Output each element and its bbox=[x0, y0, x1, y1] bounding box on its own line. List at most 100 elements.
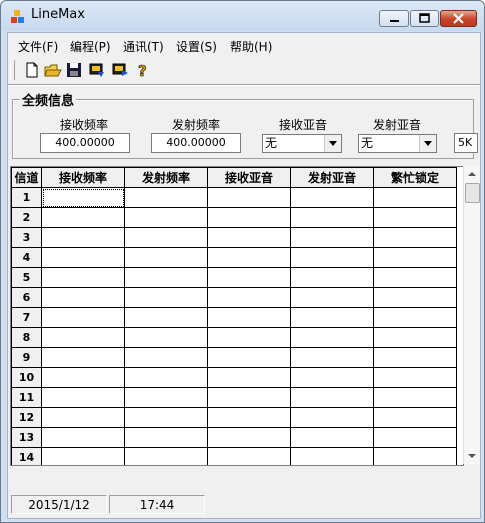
grid-cell[interactable] bbox=[41, 247, 125, 268]
grid-cell[interactable] bbox=[373, 387, 457, 408]
grid-cell[interactable] bbox=[373, 307, 457, 328]
scroll-thumb[interactable] bbox=[465, 183, 480, 203]
open-button[interactable] bbox=[44, 61, 62, 79]
menu-comm[interactable]: 通讯(T) bbox=[123, 38, 164, 55]
grid-cell[interactable] bbox=[290, 447, 374, 465]
row-header-channel[interactable]: 5 bbox=[11, 267, 42, 288]
col-header-busy-lock[interactable]: 繁忙锁定 bbox=[373, 167, 457, 188]
grid-cell[interactable] bbox=[41, 307, 125, 328]
grid-cell[interactable] bbox=[290, 347, 374, 368]
grid-cell[interactable] bbox=[207, 247, 291, 268]
row-header-channel[interactable]: 13 bbox=[11, 427, 42, 448]
row-header-channel[interactable]: 11 bbox=[11, 387, 42, 408]
grid-cell[interactable] bbox=[373, 427, 457, 448]
help-button[interactable]: ? bbox=[134, 61, 152, 81]
grid-cell[interactable] bbox=[124, 387, 208, 408]
channel-grid[interactable]: 信道 接收频率 发射频率 接收亚音 发射亚音 繁忙锁定 1 2 3 4 5 6 7 8 9 10 1… bbox=[10, 166, 464, 466]
grid-cell[interactable] bbox=[41, 227, 125, 248]
grid-cell[interactable] bbox=[373, 287, 457, 308]
grid-cell[interactable] bbox=[290, 207, 374, 228]
grid-cell[interactable] bbox=[124, 367, 208, 388]
grid-cell[interactable] bbox=[373, 267, 457, 288]
grid-cell[interactable] bbox=[41, 387, 125, 408]
menu-settings[interactable]: 设置(S) bbox=[176, 38, 217, 55]
grid-cell[interactable] bbox=[124, 207, 208, 228]
grid-cell[interactable] bbox=[41, 427, 125, 448]
grid-cell[interactable] bbox=[41, 187, 125, 208]
grid-cell[interactable] bbox=[290, 287, 374, 308]
row-header-channel[interactable]: 4 bbox=[11, 247, 42, 268]
grid-cell[interactable] bbox=[124, 427, 208, 448]
grid-cell[interactable] bbox=[373, 247, 457, 268]
grid-cell[interactable] bbox=[290, 187, 374, 208]
save-button[interactable] bbox=[65, 61, 83, 79]
grid-cell[interactable] bbox=[207, 267, 291, 288]
grid-cell[interactable] bbox=[290, 307, 374, 328]
grid-cell[interactable] bbox=[124, 247, 208, 268]
write-device-button[interactable] bbox=[111, 61, 129, 79]
grid-cell[interactable] bbox=[290, 327, 374, 348]
row-header-channel[interactable]: 2 bbox=[11, 207, 42, 228]
row-header-channel[interactable]: 7 bbox=[11, 307, 42, 328]
menu-help[interactable]: 帮助(H) bbox=[230, 38, 272, 55]
grid-cell[interactable] bbox=[41, 367, 125, 388]
read-device-button[interactable] bbox=[88, 61, 106, 79]
row-header-channel[interactable]: 10 bbox=[11, 367, 42, 388]
tx-freq-field[interactable]: 400.00000 bbox=[151, 133, 241, 153]
grid-cell[interactable] bbox=[290, 247, 374, 268]
grid-cell[interactable] bbox=[373, 207, 457, 228]
grid-cell[interactable] bbox=[207, 427, 291, 448]
grid-cell[interactable] bbox=[290, 407, 374, 428]
grid-cell[interactable] bbox=[124, 227, 208, 248]
grid-cell[interactable] bbox=[290, 267, 374, 288]
toolbar-grip[interactable] bbox=[10, 60, 15, 80]
grid-cell[interactable] bbox=[290, 427, 374, 448]
row-header-channel[interactable]: 1 bbox=[11, 187, 42, 208]
menu-program[interactable]: 编程(P) bbox=[70, 38, 111, 55]
grid-cell[interactable] bbox=[373, 367, 457, 388]
new-file-button[interactable] bbox=[23, 61, 41, 79]
col-header-tx-freq[interactable]: 发射频率 bbox=[124, 167, 208, 188]
col-header-tx-tone[interactable]: 发射亚音 bbox=[290, 167, 374, 188]
grid-cell[interactable] bbox=[207, 367, 291, 388]
col-header-rx-freq[interactable]: 接收频率 bbox=[41, 167, 125, 188]
chevron-down-icon[interactable] bbox=[324, 135, 341, 152]
grid-cell[interactable] bbox=[41, 267, 125, 288]
grid-cell[interactable] bbox=[207, 307, 291, 328]
grid-cell[interactable] bbox=[41, 407, 125, 428]
grid-cell[interactable] bbox=[373, 347, 457, 368]
chevron-down-icon[interactable] bbox=[419, 135, 436, 152]
grid-cell[interactable] bbox=[373, 227, 457, 248]
grid-cell[interactable] bbox=[124, 307, 208, 328]
tx-tone-select[interactable]: 无 bbox=[358, 134, 437, 153]
grid-cell[interactable] bbox=[373, 187, 457, 208]
grid-cell[interactable] bbox=[124, 407, 208, 428]
grid-cell[interactable] bbox=[41, 327, 125, 348]
grid-cell[interactable] bbox=[124, 187, 208, 208]
scroll-down-button[interactable] bbox=[464, 448, 480, 464]
row-header-channel[interactable]: 14 bbox=[11, 447, 42, 465]
title-bar[interactable]: LineMax bbox=[1, 1, 484, 31]
grid-cell[interactable] bbox=[207, 327, 291, 348]
row-header-channel[interactable]: 12 bbox=[11, 407, 42, 428]
grid-cell[interactable] bbox=[124, 267, 208, 288]
grid-cell[interactable] bbox=[207, 227, 291, 248]
maximize-button[interactable] bbox=[410, 10, 439, 27]
scroll-up-button[interactable] bbox=[464, 166, 480, 182]
grid-cell[interactable] bbox=[124, 287, 208, 308]
rx-tone-select[interactable]: 无 bbox=[262, 134, 342, 153]
row-header-channel[interactable]: 9 bbox=[11, 347, 42, 368]
vertical-scrollbar[interactable] bbox=[463, 166, 480, 464]
rx-freq-field[interactable]: 400.00000 bbox=[40, 133, 130, 153]
step-field[interactable]: 5K bbox=[454, 133, 478, 153]
grid-cell[interactable] bbox=[124, 447, 208, 465]
grid-cell[interactable] bbox=[207, 347, 291, 368]
close-button[interactable] bbox=[440, 10, 477, 27]
grid-cell[interactable] bbox=[373, 327, 457, 348]
grid-cell[interactable] bbox=[207, 207, 291, 228]
row-header-channel[interactable]: 6 bbox=[11, 287, 42, 308]
grid-cell[interactable] bbox=[207, 287, 291, 308]
grid-cell[interactable] bbox=[41, 287, 125, 308]
grid-cell[interactable] bbox=[124, 347, 208, 368]
grid-cell[interactable] bbox=[290, 367, 374, 388]
